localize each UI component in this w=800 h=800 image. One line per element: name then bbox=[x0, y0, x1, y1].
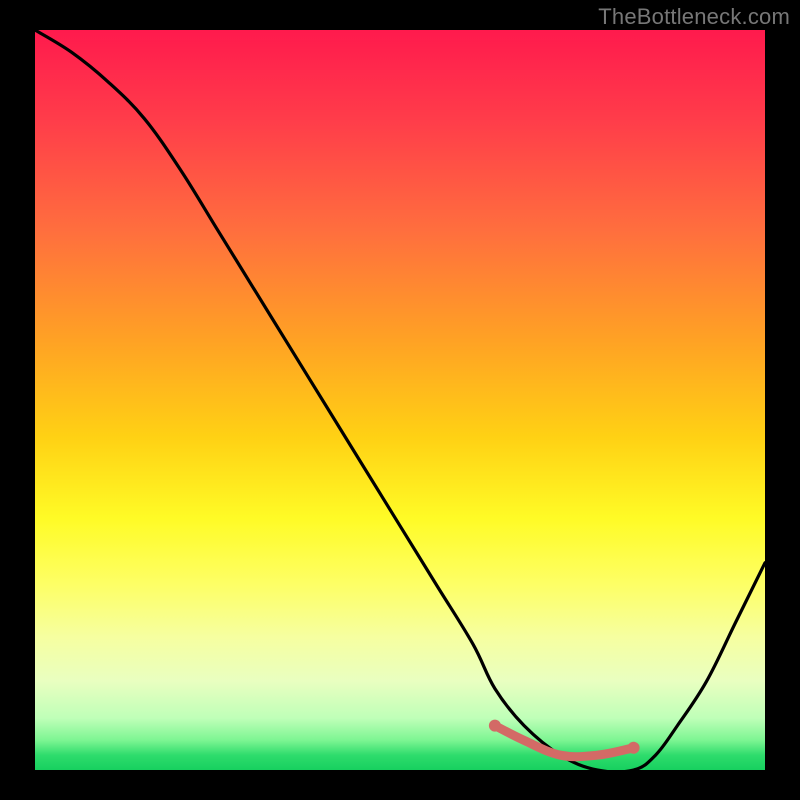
bottleneck-curve-line bbox=[35, 30, 765, 770]
optimal-band-end-dot bbox=[628, 742, 640, 754]
optimal-band-start-dot bbox=[489, 720, 501, 732]
chart-svg bbox=[35, 30, 765, 770]
watermark-text: TheBottleneck.com bbox=[598, 4, 790, 30]
chart-frame: TheBottleneck.com bbox=[0, 0, 800, 800]
optimal-band-overlay bbox=[495, 726, 634, 757]
plot-area bbox=[35, 30, 765, 770]
